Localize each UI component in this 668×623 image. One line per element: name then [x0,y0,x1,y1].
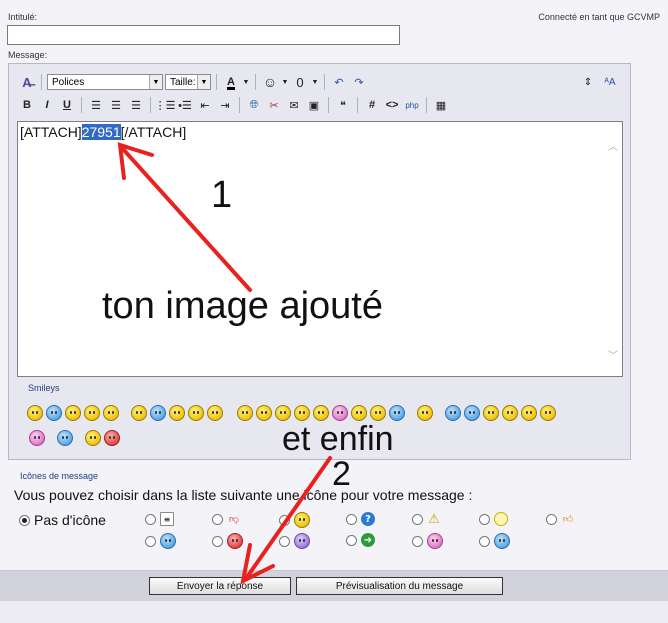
step-2-caption: et enfin [282,420,394,458]
arrow-2-shaft [243,456,332,582]
arrow-1-shaft [120,146,252,292]
step-1-caption: ton image ajouté [102,285,383,327]
step-2-number: 2 [332,455,351,493]
step-1-number: 1 [211,174,233,216]
